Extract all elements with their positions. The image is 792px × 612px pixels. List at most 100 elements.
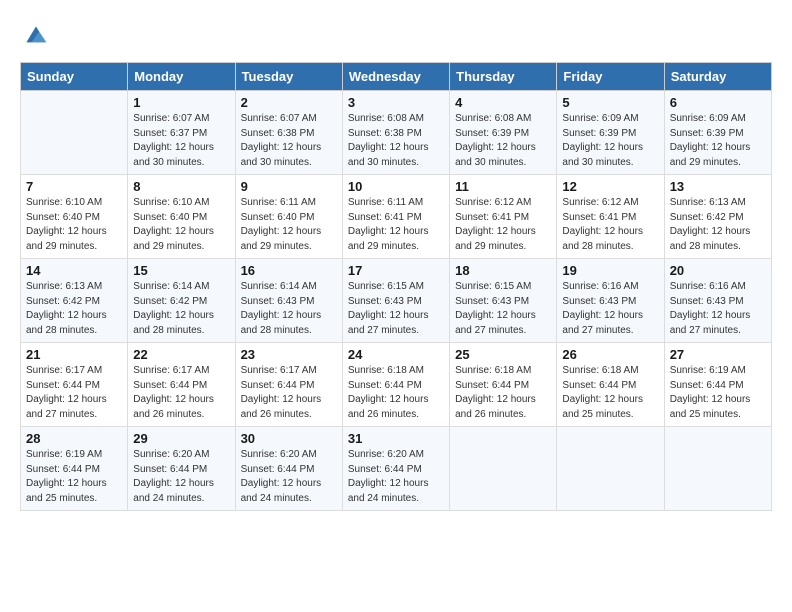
day-info: Sunrise: 6:11 AMSunset: 6:40 PMDaylight:… [241, 196, 337, 254]
header-cell-saturday: Saturday [664, 63, 771, 91]
day-number: 18 [455, 263, 551, 278]
day-cell: 14 Sunrise: 6:13 AMSunset: 6:42 PMDayligh… [21, 259, 128, 343]
day-cell: 31 Sunrise: 6:20 AMSunset: 6:44 PMDayligh… [342, 427, 449, 511]
day-number: 24 [348, 347, 444, 362]
header-cell-wednesday: Wednesday [342, 63, 449, 91]
day-number: 12 [562, 179, 658, 194]
day-info: Sunrise: 6:11 AMSunset: 6:41 PMDaylight:… [348, 196, 444, 254]
day-info: Sunrise: 6:18 AMSunset: 6:44 PMDaylight:… [348, 364, 444, 422]
day-info: Sunrise: 6:08 AMSunset: 6:39 PMDaylight:… [455, 112, 551, 170]
day-number: 20 [670, 263, 766, 278]
day-number: 5 [562, 95, 658, 110]
day-info: Sunrise: 6:16 AMSunset: 6:43 PMDaylight:… [562, 280, 658, 338]
day-cell: 26 Sunrise: 6:18 AMSunset: 6:44 PMDayligh… [557, 343, 664, 427]
day-info: Sunrise: 6:14 AMSunset: 6:43 PMDaylight:… [241, 280, 337, 338]
day-number: 19 [562, 263, 658, 278]
day-cell: 16Sunrise: 6:14 AMSunset: 6:43 PMDayligh… [235, 259, 342, 343]
day-number: 30 [241, 431, 337, 446]
header-row: SundayMondayTuesdayWednesdayThursdayFrid… [21, 63, 772, 91]
header-cell-tuesday: Tuesday [235, 63, 342, 91]
day-cell: 9 Sunrise: 6:11 AMSunset: 6:40 PMDaylight… [235, 175, 342, 259]
day-number: 14 [26, 263, 122, 278]
day-info: Sunrise: 6:12 AMSunset: 6:41 PMDaylight:… [562, 196, 658, 254]
day-info: Sunrise: 6:18 AMSunset: 6:44 PMDaylight:… [455, 364, 551, 422]
day-info: Sunrise: 6:19 AMSunset: 6:44 PMDaylight:… [670, 364, 766, 422]
day-cell: 3Sunrise: 6:08 AMSunset: 6:38 PMDaylight… [342, 91, 449, 175]
day-cell: 23Sunrise: 6:17 AMSunset: 6:44 PMDayligh… [235, 343, 342, 427]
calendar-table: SundayMondayTuesdayWednesdayThursdayFrid… [20, 62, 772, 511]
day-number: 9 [241, 179, 337, 194]
week-row-2: 7 Sunrise: 6:10 AMSunset: 6:40 PMDaylight… [21, 175, 772, 259]
day-number: 28 [26, 431, 122, 446]
day-cell: 25Sunrise: 6:18 AMSunset: 6:44 PMDayligh… [450, 343, 557, 427]
day-cell [21, 91, 128, 175]
day-info: Sunrise: 6:17 AMSunset: 6:44 PMDaylight:… [133, 364, 229, 422]
day-number: 23 [241, 347, 337, 362]
day-number: 8 [133, 179, 229, 194]
day-info: Sunrise: 6:07 AMSunset: 6:38 PMDaylight:… [241, 112, 337, 170]
day-cell: 30 Sunrise: 6:20 AMSunset: 6:44 PMDayligh… [235, 427, 342, 511]
logo [20, 20, 56, 52]
day-info: Sunrise: 6:08 AMSunset: 6:38 PMDaylight:… [348, 112, 444, 170]
day-info: Sunrise: 6:20 AMSunset: 6:44 PMDaylight:… [348, 448, 444, 506]
day-cell: 6 Sunrise: 6:09 AMSunset: 6:39 PMDaylight… [664, 91, 771, 175]
day-info: Sunrise: 6:09 AMSunset: 6:39 PMDaylight:… [562, 112, 658, 170]
day-number: 26 [562, 347, 658, 362]
day-cell [664, 427, 771, 511]
day-cell: 22Sunrise: 6:17 AMSunset: 6:44 PMDayligh… [128, 343, 235, 427]
day-info: Sunrise: 6:14 AMSunset: 6:42 PMDaylight:… [133, 280, 229, 338]
day-cell: 27 Sunrise: 6:19 AMSunset: 6:44 PMDayligh… [664, 343, 771, 427]
day-cell: 5 Sunrise: 6:09 AMSunset: 6:39 PMDaylight… [557, 91, 664, 175]
header-cell-friday: Friday [557, 63, 664, 91]
header-cell-sunday: Sunday [21, 63, 128, 91]
header-cell-monday: Monday [128, 63, 235, 91]
day-cell: 15 Sunrise: 6:14 AMSunset: 6:42 PMDayligh… [128, 259, 235, 343]
day-number: 11 [455, 179, 551, 194]
day-number: 13 [670, 179, 766, 194]
day-cell: 13 Sunrise: 6:13 AMSunset: 6:42 PMDayligh… [664, 175, 771, 259]
day-info: Sunrise: 6:19 AMSunset: 6:44 PMDaylight:… [26, 448, 122, 506]
day-info: Sunrise: 6:20 AMSunset: 6:44 PMDaylight:… [133, 448, 229, 506]
day-number: 27 [670, 347, 766, 362]
day-info: Sunrise: 6:16 AMSunset: 6:43 PMDaylight:… [670, 280, 766, 338]
day-info: Sunrise: 6:13 AMSunset: 6:42 PMDaylight:… [670, 196, 766, 254]
day-cell [557, 427, 664, 511]
day-cell: 18 Sunrise: 6:15 AMSunset: 6:43 PMDayligh… [450, 259, 557, 343]
day-info: Sunrise: 6:09 AMSunset: 6:39 PMDaylight:… [670, 112, 766, 170]
day-cell: 17Sunrise: 6:15 AMSunset: 6:43 PMDayligh… [342, 259, 449, 343]
day-cell: 19 Sunrise: 6:16 AMSunset: 6:43 PMDayligh… [557, 259, 664, 343]
day-cell: 20 Sunrise: 6:16 AMSunset: 6:43 PMDayligh… [664, 259, 771, 343]
day-number: 4 [455, 95, 551, 110]
day-number: 6 [670, 95, 766, 110]
week-row-4: 21 Sunrise: 6:17 AMSunset: 6:44 PMDayligh… [21, 343, 772, 427]
day-info: Sunrise: 6:20 AMSunset: 6:44 PMDaylight:… [241, 448, 337, 506]
day-info: Sunrise: 6:13 AMSunset: 6:42 PMDaylight:… [26, 280, 122, 338]
day-info: Sunrise: 6:17 AMSunset: 6:44 PMDaylight:… [26, 364, 122, 422]
day-info: Sunrise: 6:12 AMSunset: 6:41 PMDaylight:… [455, 196, 551, 254]
day-info: Sunrise: 6:18 AMSunset: 6:44 PMDaylight:… [562, 364, 658, 422]
week-row-1: 1 Sunrise: 6:07 AMSunset: 6:37 PMDaylight… [21, 91, 772, 175]
day-cell: 12 Sunrise: 6:12 AMSunset: 6:41 PMDayligh… [557, 175, 664, 259]
week-row-5: 28 Sunrise: 6:19 AMSunset: 6:44 PMDayligh… [21, 427, 772, 511]
day-cell: 11 Sunrise: 6:12 AMSunset: 6:41 PMDayligh… [450, 175, 557, 259]
day-cell: 1 Sunrise: 6:07 AMSunset: 6:37 PMDaylight… [128, 91, 235, 175]
day-cell: 21 Sunrise: 6:17 AMSunset: 6:44 PMDayligh… [21, 343, 128, 427]
day-info: Sunrise: 6:15 AMSunset: 6:43 PMDaylight:… [348, 280, 444, 338]
day-number: 31 [348, 431, 444, 446]
day-info: Sunrise: 6:10 AMSunset: 6:40 PMDaylight:… [26, 196, 122, 254]
day-cell: 8Sunrise: 6:10 AMSunset: 6:40 PMDaylight… [128, 175, 235, 259]
day-number: 1 [133, 95, 229, 110]
page-header [20, 20, 772, 52]
header-cell-thursday: Thursday [450, 63, 557, 91]
day-number: 7 [26, 179, 122, 194]
day-number: 2 [241, 95, 337, 110]
day-info: Sunrise: 6:07 AMSunset: 6:37 PMDaylight:… [133, 112, 229, 170]
day-cell: 10Sunrise: 6:11 AMSunset: 6:41 PMDayligh… [342, 175, 449, 259]
week-row-3: 14 Sunrise: 6:13 AMSunset: 6:42 PMDayligh… [21, 259, 772, 343]
day-number: 21 [26, 347, 122, 362]
day-info: Sunrise: 6:15 AMSunset: 6:43 PMDaylight:… [455, 280, 551, 338]
logo-icon [20, 20, 52, 52]
day-number: 15 [133, 263, 229, 278]
day-cell: 7 Sunrise: 6:10 AMSunset: 6:40 PMDaylight… [21, 175, 128, 259]
day-cell [450, 427, 557, 511]
